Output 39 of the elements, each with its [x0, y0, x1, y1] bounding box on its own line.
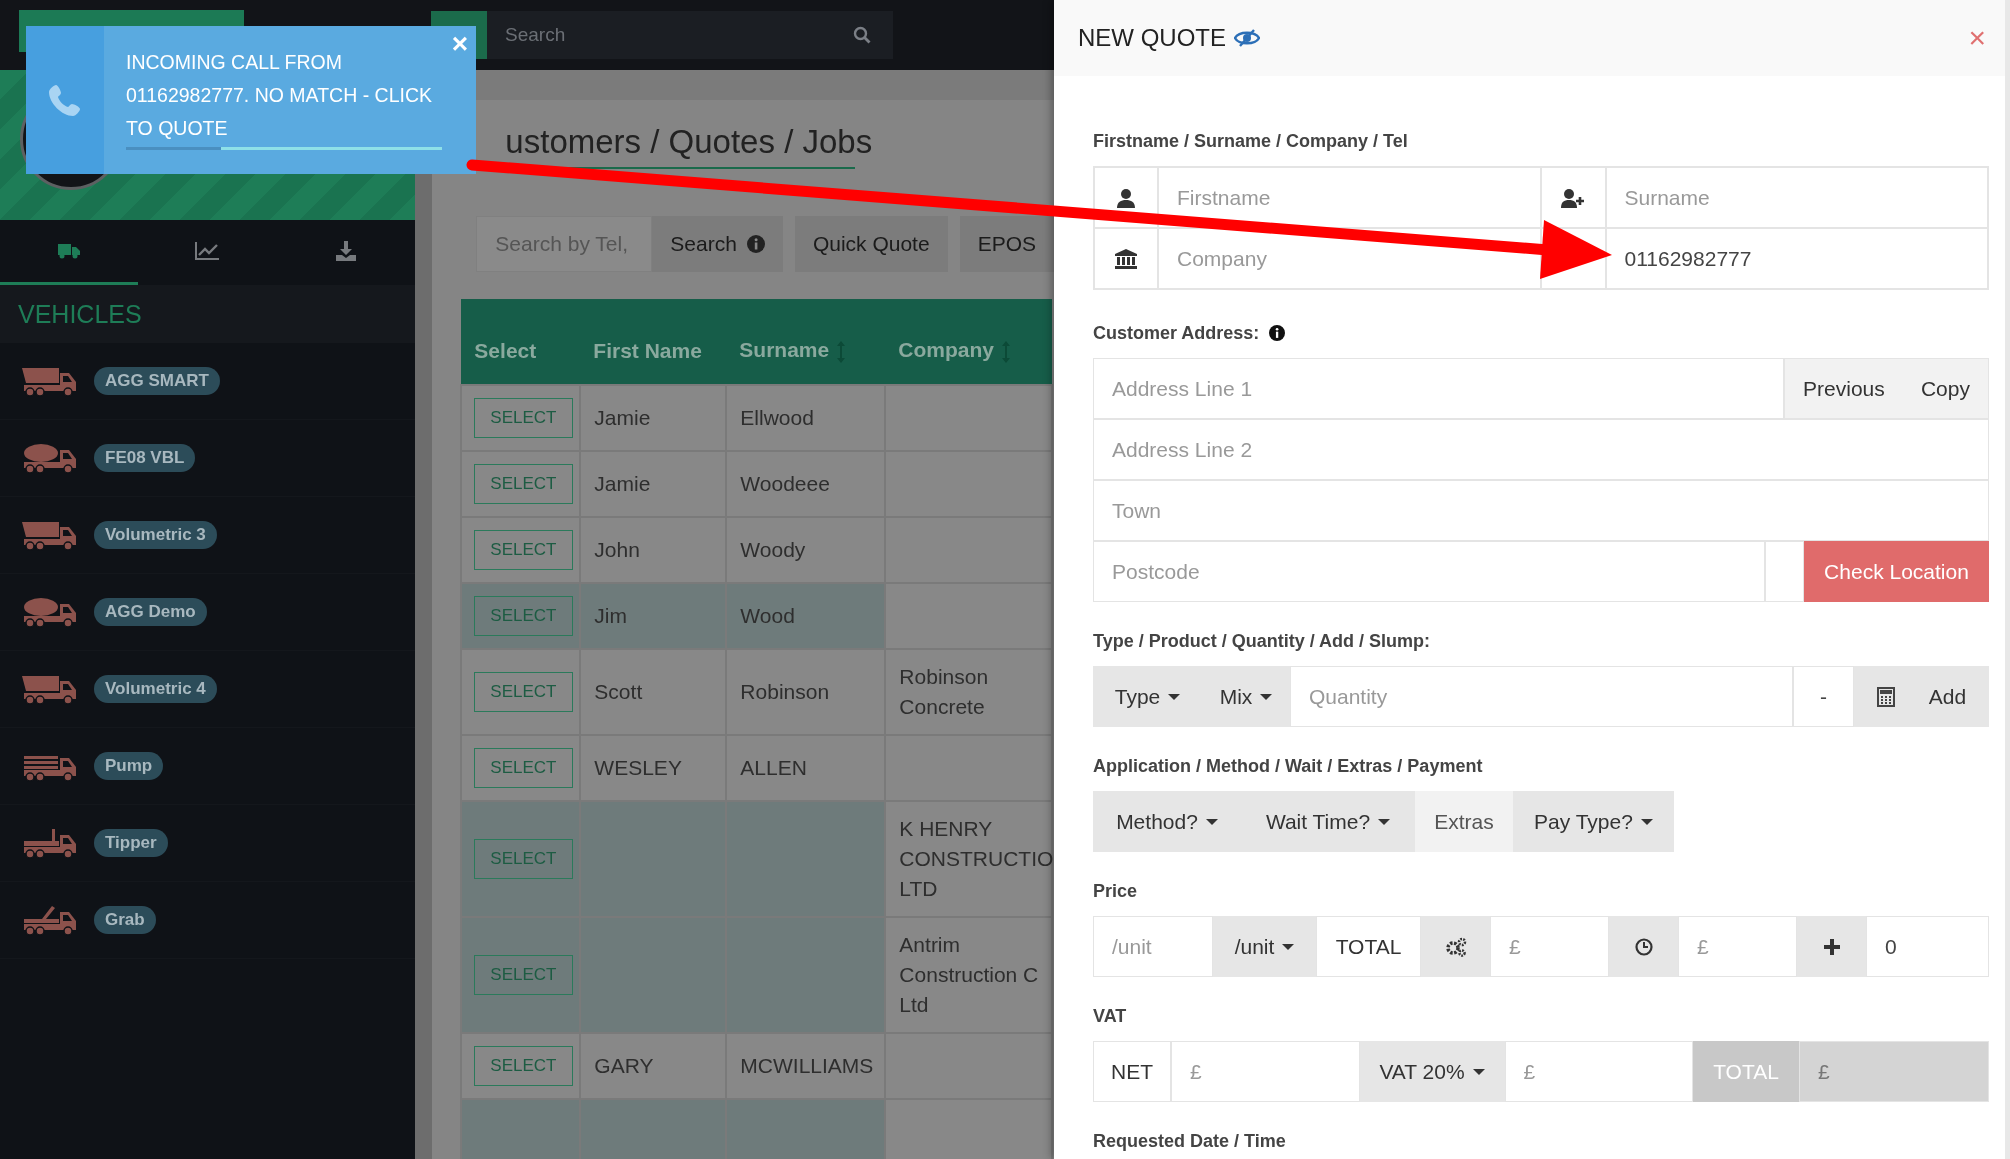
table-cell: Jamie [594, 472, 651, 495]
section-label: Type / Product / Quantity / Add / Slump: [1093, 630, 1430, 652]
vehicle-badge: Tipper [94, 829, 168, 857]
table-cell: WESLEY [594, 756, 682, 779]
table-cell: Scott [594, 680, 643, 703]
table-cell: ALLEN [740, 756, 807, 779]
vehicle-badge: Volumetric 3 [94, 521, 217, 549]
vehicle-badge: AGG Demo [94, 598, 207, 626]
section-label: Customer Address: [1093, 322, 1260, 344]
table-cell-text: K HENRY CONSTRUCTIO LTD [899, 816, 1054, 902]
table-cell: Jamie [594, 406, 651, 429]
column-header: Select [461, 299, 581, 385]
vehicle-badge: AGG SMART [94, 367, 220, 395]
vehicle-badge: Pump [94, 752, 164, 780]
total-label: TOTAL [1316, 916, 1421, 977]
net-label: NET [1093, 1041, 1171, 1102]
section-label: VAT [1093, 1005, 1127, 1027]
table-cell: MCWILLIAMS [740, 1054, 874, 1077]
table-cell: Wood [740, 604, 795, 627]
column-header: First Name [580, 299, 727, 385]
table-cell: Woodeee [740, 472, 830, 495]
section-label: Price [1093, 880, 1138, 902]
vehicle-badge: FE08 VBL [94, 444, 196, 472]
table-cell-text: Antrim Construction C Ltd [899, 932, 1039, 1018]
vehicle-badge: Volumetric 4 [94, 675, 217, 703]
section-label: Firstname / Surname / Company / Tel [1093, 130, 1409, 152]
table-cell: Robinson [740, 680, 830, 703]
vehicle-badge: Grab [94, 906, 156, 934]
table-cell-text: Robinson Concrete [899, 664, 989, 720]
table-cell: Woody [740, 538, 806, 561]
panel-title: NEW QUOTE [1078, 24, 1226, 52]
table-cell: John [594, 538, 640, 561]
table-cell: GARY [594, 1054, 654, 1077]
section-label: Application / Method / Wait / Extras / Payment [1093, 755, 1483, 777]
table-cell: Ellwood [740, 406, 814, 429]
notification-message: INCOMING CALL FROM 01162982777. NO MATCH - CLICK TO QUOTE [126, 50, 433, 141]
table-cell: Jim [594, 604, 628, 627]
section-heading: VEHICLES [18, 299, 142, 329]
section-label: Requested Date / Time [1093, 1130, 1286, 1152]
